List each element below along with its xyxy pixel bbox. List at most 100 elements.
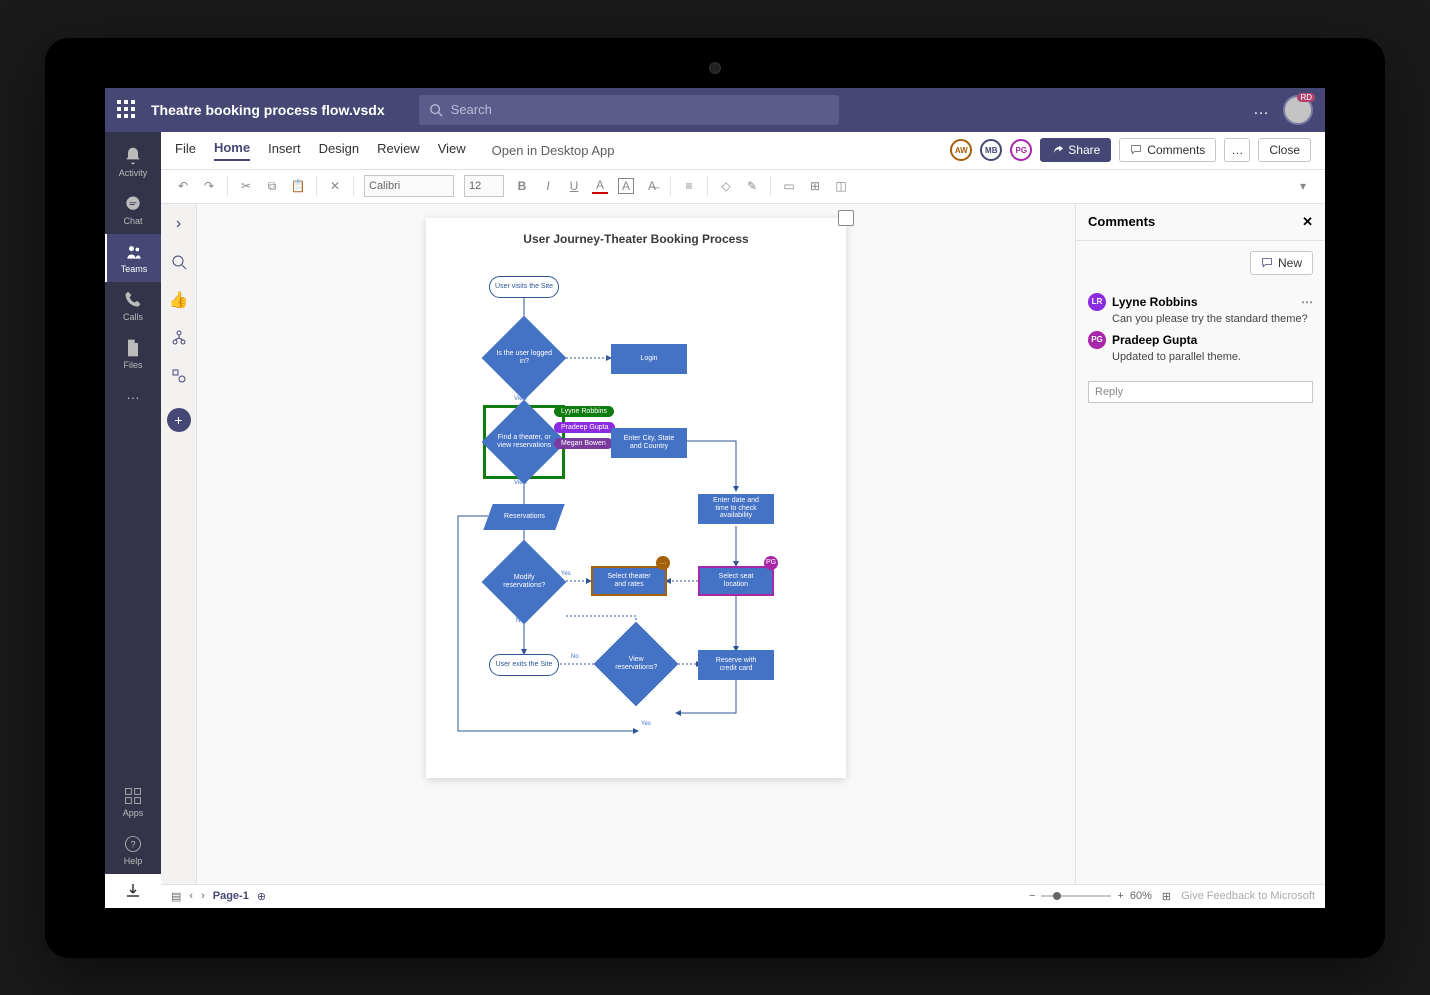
share-button[interactable]: Share <box>1040 138 1111 162</box>
rail-thumbsup-icon[interactable]: 👍 <box>167 288 191 312</box>
nav-activity[interactable]: Activity <box>105 138 161 186</box>
diagram-title: User Journey-Theater Booking Process <box>426 218 846 256</box>
shape-badge-pg: PG <box>764 556 778 570</box>
rail-hierarchy-icon[interactable] <box>167 326 191 350</box>
nav-teams[interactable]: Teams <box>105 234 161 282</box>
prev-page-icon[interactable]: ‹ <box>189 890 193 902</box>
node-enter-city[interactable]: Enter City, State and Country <box>611 428 687 458</box>
comments-header: Comments <box>1088 214 1155 229</box>
undo-icon[interactable]: ↶ <box>175 178 191 194</box>
nav-chat[interactable]: Chat <box>105 186 161 234</box>
bold-icon[interactable]: B <box>514 178 530 194</box>
nav-more[interactable]: … <box>105 378 161 410</box>
app-launcher-icon[interactable] <box>117 100 137 120</box>
arrange-icon[interactable]: ▭ <box>781 178 797 194</box>
zoom-slider[interactable] <box>1041 895 1111 897</box>
cmdbar-more-button[interactable]: … <box>1224 138 1250 162</box>
node-reservations[interactable]: Reservations <box>483 504 564 530</box>
topbar-more-icon[interactable]: … <box>1253 101 1269 119</box>
presence-mb[interactable]: MB <box>980 139 1002 161</box>
position-icon[interactable]: ⊞ <box>807 178 823 194</box>
comment-reply-text: Updated to parallel theme. <box>1088 351 1313 363</box>
add-page-icon[interactable]: ⊕ <box>257 890 266 903</box>
node-select-theater[interactable]: Select theater and rates <box>591 566 667 596</box>
current-page[interactable]: Page-1 <box>213 890 249 902</box>
tab-file[interactable]: File <box>175 141 196 160</box>
toolbar-chevron-icon[interactable]: ▾ <box>1295 178 1311 194</box>
font-name-input[interactable] <box>364 175 454 197</box>
node-select-seat[interactable]: Select seat location <box>698 566 774 596</box>
tab-insert[interactable]: Insert <box>268 141 301 160</box>
node-reserve[interactable]: Reserve with credit card <box>698 650 774 680</box>
cut-icon[interactable]: ✂ <box>238 178 254 194</box>
user-avatar[interactable]: RD <box>1283 95 1313 125</box>
zoom-level: 60% <box>1130 890 1152 902</box>
presence-aw[interactable]: AW <box>950 139 972 161</box>
node-login[interactable]: Login <box>611 344 687 374</box>
italic-icon[interactable]: I <box>540 178 556 194</box>
zoom-out-icon[interactable]: − <box>1029 890 1035 902</box>
align-icon[interactable]: ≡ <box>681 178 697 194</box>
node-exit[interactable]: User exits the Site <box>489 654 559 676</box>
underline-icon[interactable]: U <box>566 178 582 194</box>
flowchart: User visits the Site Is the user logged … <box>426 256 846 756</box>
svg-text:?: ? <box>130 839 135 849</box>
rail-expand-icon[interactable]: › <box>167 212 191 236</box>
phone-icon <box>123 290 143 310</box>
document-title: Theatre booking process flow.vsdx <box>151 102 385 118</box>
node-enter-date[interactable]: Enter date and time to check availabilit… <box>698 494 774 524</box>
rail-add-button[interactable]: + <box>167 408 191 432</box>
next-page-icon[interactable]: › <box>201 890 205 902</box>
text-highlight-icon[interactable]: A <box>618 178 634 194</box>
download-button[interactable] <box>105 874 161 908</box>
zoom-in-icon[interactable]: + <box>1117 890 1123 902</box>
line-color-icon[interactable]: ✎ <box>744 178 760 194</box>
rail-shapes-icon[interactable] <box>167 364 191 388</box>
comments-button[interactable]: Comments <box>1119 138 1216 162</box>
fill-color-icon[interactable]: ◇ <box>718 178 734 194</box>
paste-icon[interactable]: 📋 <box>290 178 306 194</box>
group-icon[interactable]: ◫ <box>833 178 849 194</box>
apps-icon <box>123 786 143 806</box>
nav-calls[interactable]: Calls <box>105 282 161 330</box>
nav-files[interactable]: Files <box>105 330 161 378</box>
nav-apps[interactable]: Apps <box>105 778 161 826</box>
comment-text: Can you please try the standard theme? <box>1088 313 1313 325</box>
visio-main: File Home Insert Design Review View Open… <box>161 132 1325 908</box>
pages-icon[interactable]: ▤ <box>171 890 181 903</box>
canvas-area[interactable]: User Journey-Theater Booking Process <box>197 204 1075 884</box>
copy-icon[interactable]: ⧉ <box>264 178 280 194</box>
teams-icon <box>124 242 144 262</box>
font-color-icon[interactable]: A <box>592 178 608 194</box>
share-icon <box>1051 144 1063 156</box>
feedback-link[interactable]: Give Feedback to Microsoft <box>1181 890 1315 902</box>
redo-icon[interactable]: ↷ <box>201 178 217 194</box>
tab-design[interactable]: Design <box>319 141 359 160</box>
close-button[interactable]: Close <box>1258 138 1311 162</box>
tab-view[interactable]: View <box>438 141 466 160</box>
tablet-frame: Theatre booking process flow.vsdx Search… <box>45 38 1385 958</box>
new-comment-button[interactable]: New <box>1250 251 1313 275</box>
comment-thread[interactable]: LR Lyyne Robbins ⋯ Can you please try th… <box>1076 285 1325 377</box>
teams-app-rail: Activity Chat Teams Calls Files … Apps ?… <box>105 132 161 908</box>
tab-review[interactable]: Review <box>377 141 420 160</box>
presence-pill-pg: Pradeep Gupta <box>554 422 615 433</box>
nav-help[interactable]: ?Help <box>105 826 161 874</box>
tab-home[interactable]: Home <box>214 140 250 161</box>
font-size-input[interactable] <box>464 175 504 197</box>
help-icon: ? <box>123 834 143 854</box>
shape-panel-rail: › 👍 + <box>161 204 197 884</box>
reply-input[interactable]: Reply <box>1088 381 1313 403</box>
clear-format-icon[interactable]: A̶ <box>644 178 660 194</box>
fit-page-icon[interactable]: ⊞ <box>1162 890 1171 903</box>
comment-more-icon[interactable]: ⋯ <box>1301 295 1313 309</box>
close-comments-icon[interactable]: ✕ <box>1302 214 1313 230</box>
page-corner-icon[interactable] <box>838 210 854 226</box>
node-start[interactable]: User visits the Site <box>489 276 559 298</box>
rail-search-icon[interactable] <box>167 250 191 274</box>
open-in-desktop-link[interactable]: Open in Desktop App <box>492 143 615 158</box>
presence-pill-mb: Megan Bowen <box>554 438 613 449</box>
search-input[interactable]: Search <box>419 95 839 125</box>
presence-pg[interactable]: PG <box>1010 139 1032 161</box>
delete-icon[interactable]: ✕ <box>327 178 343 194</box>
